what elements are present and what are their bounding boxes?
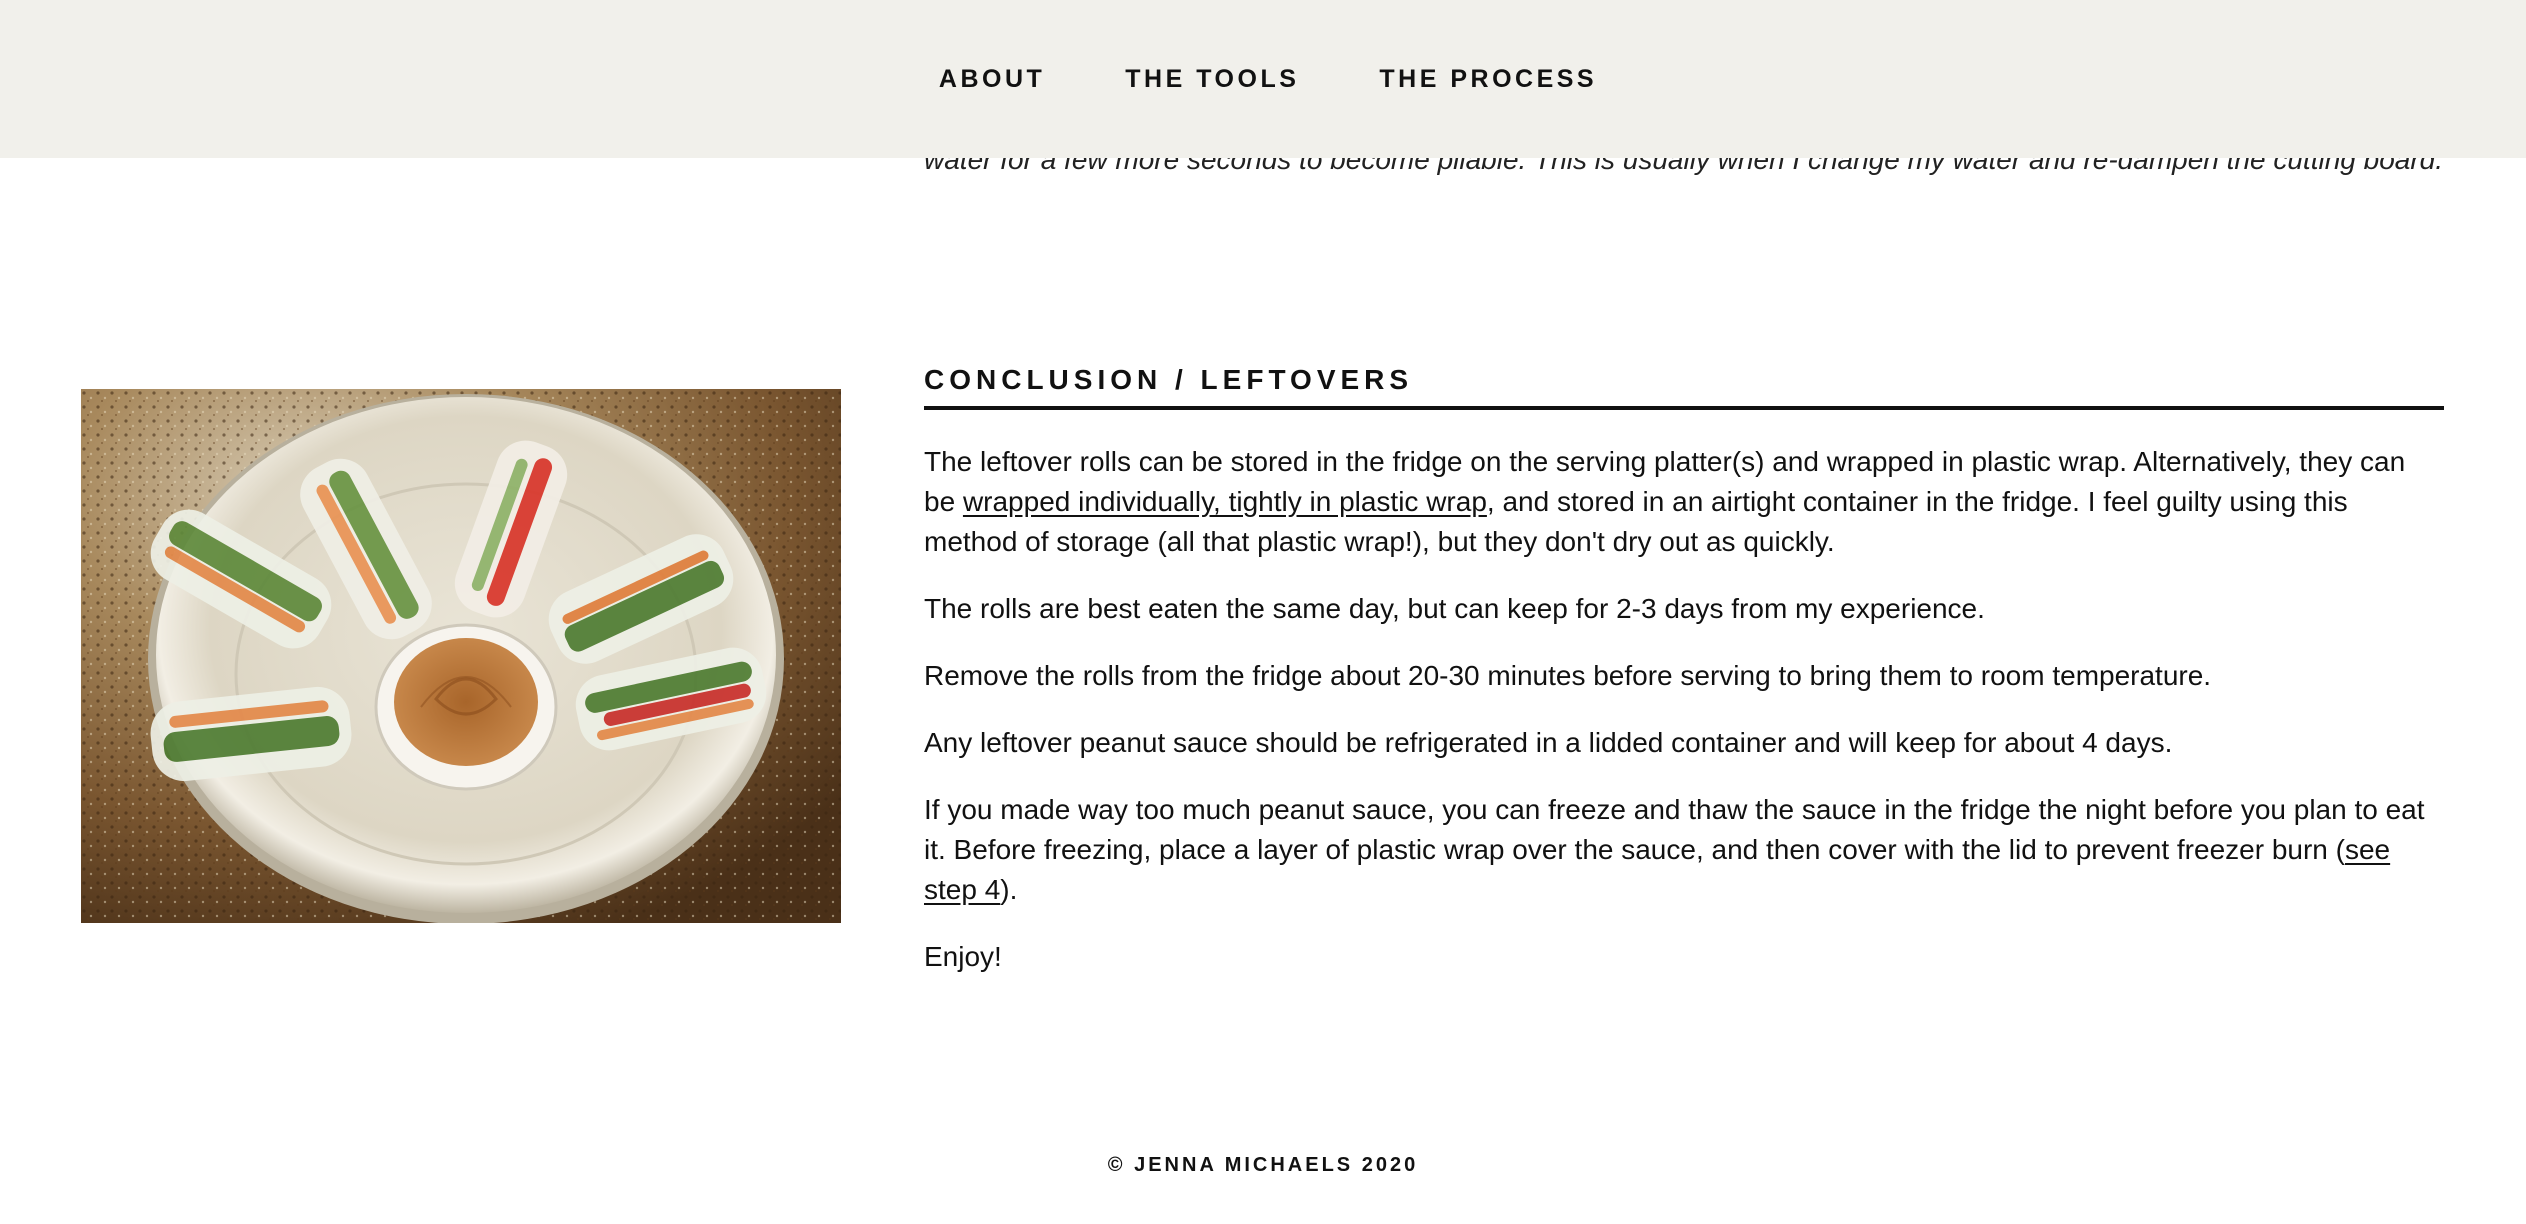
- footer-copyright: © JENNA MICHAELS 2020: [1107, 1154, 1419, 1176]
- spring-rolls-photo: [81, 389, 841, 923]
- nav-the-tools[interactable]: THE TOOLS: [1125, 65, 1299, 94]
- paragraph-serving: Remove the rolls from the fridge about 2…: [924, 660, 2212, 691]
- main-nav: ABOUT THE TOOLS THE PROCESS: [0, 0, 2526, 158]
- wrap-individually-link[interactable]: wrapped individually, tightly in plastic…: [963, 486, 1487, 517]
- section-heading: CONCLUSION / LEFTOVERS: [924, 364, 2444, 410]
- paragraph-storage: The leftover rolls can be stored in the …: [924, 446, 2406, 557]
- paragraph-shelf-life: The rolls are best eaten the same day, b…: [924, 593, 1985, 624]
- paragraph-sauce-storage: Any leftover peanut sauce should be refr…: [924, 727, 2173, 758]
- paragraph-freezing: If you made way too much peanut sauce, y…: [924, 794, 2425, 905]
- nav-about[interactable]: ABOUT: [939, 65, 1045, 94]
- site-header: ABOUT THE TOOLS THE PROCESS: [0, 0, 2526, 158]
- nav-the-process[interactable]: THE PROCESS: [1379, 65, 1597, 94]
- paragraph-enjoy: Enjoy!: [924, 941, 1002, 972]
- conclusion-section: CONCLUSION / LEFTOVERS The leftover roll…: [924, 364, 2444, 977]
